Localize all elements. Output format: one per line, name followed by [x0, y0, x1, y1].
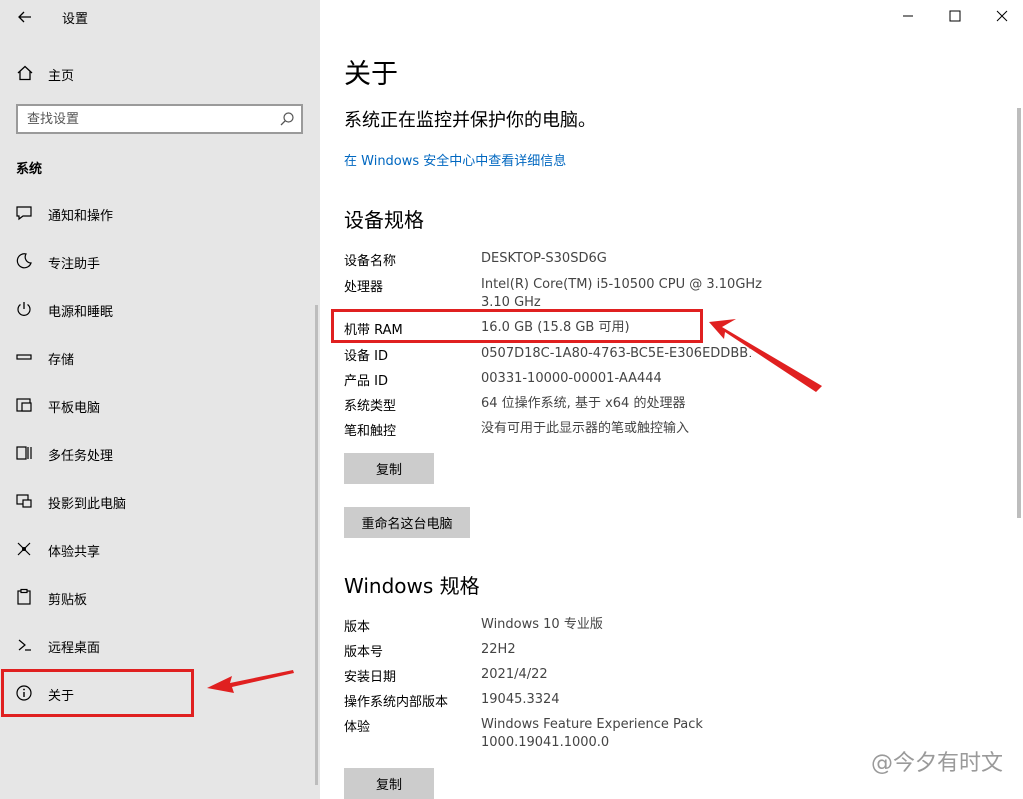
section-label: 系统	[16, 162, 43, 177]
sidebar-item-clipboard[interactable]: 剪贴板	[0, 577, 320, 617]
remote-desktop-icon	[15, 636, 33, 654]
spec-key: 安装日期	[344, 670, 397, 685]
sidebar-item-shared-experiences[interactable]: 体验共享	[0, 529, 320, 569]
spec-key: 处理器	[344, 280, 384, 295]
spec-row-product-id: 产品 ID 00331-10000-00001-AA444	[344, 370, 804, 390]
main-content: 关于 系统正在监控并保护你的电脑。 在 Windows 安全中心中查看详细信息 …	[320, 0, 1023, 799]
sidebar-item-multitasking[interactable]: 多任务处理	[0, 433, 320, 473]
share-icon	[15, 540, 33, 558]
spec-key: 产品 ID	[344, 374, 388, 389]
spec-key: 版本号	[344, 645, 384, 660]
spec-row-processor: 处理器 Intel(R) Core(TM) i5-10500 CPU @ 3.1…	[344, 276, 804, 310]
clipboard-icon	[15, 588, 33, 606]
back-arrow-icon[interactable]	[14, 6, 36, 28]
watermark-text: @今夕有时文	[870, 751, 1003, 776]
notification-icon	[15, 204, 33, 222]
spec-value: 19045.3324	[481, 692, 560, 707]
spec-row-system-type: 系统类型 64 位操作系统, 基于 x64 的处理器	[344, 395, 804, 415]
sidebar-item-label: 专注助手	[48, 257, 101, 272]
spec-key: 设备 ID	[344, 349, 388, 364]
sidebar-item-power-sleep[interactable]: 电源和睡眠	[0, 289, 320, 329]
spec-value: 没有可用于此显示器的笔或触控输入	[481, 421, 690, 436]
power-icon	[15, 300, 33, 318]
spec-key: 体验	[344, 720, 371, 735]
sidebar-item-remote-desktop[interactable]: 远程桌面	[0, 625, 320, 665]
main-scrollbar[interactable]	[1017, 108, 1021, 518]
spec-value: 2021/4/22	[481, 667, 548, 682]
spec-value: 22H2	[481, 642, 516, 657]
rename-pc-button[interactable]: 重命名这台电脑	[344, 507, 470, 538]
project-icon	[15, 492, 33, 510]
spec-row-version: 版本号 22H2	[344, 641, 804, 661]
sidebar-item-project[interactable]: 投影到此电脑	[0, 481, 320, 521]
search-box[interactable]	[16, 104, 303, 134]
sidebar-item-label: 多任务处理	[48, 449, 114, 464]
sidebar-item-tablet[interactable]: 平板电脑	[0, 385, 320, 425]
sidebar-item-label: 平板电脑	[48, 401, 101, 416]
home-icon	[16, 64, 34, 82]
close-icon[interactable]	[990, 4, 1014, 28]
spec-key: 系统类型	[344, 399, 397, 414]
ram-highlight-box	[331, 309, 703, 343]
security-center-link[interactable]: 在 Windows 安全中心中查看详细信息	[344, 150, 566, 169]
moon-icon	[15, 252, 33, 270]
spec-key: 设备名称	[344, 254, 397, 269]
spec-value: 64 位操作系统, 基于 x64 的处理器	[481, 396, 686, 411]
spec-key: 版本	[344, 620, 371, 635]
spec-key: 笔和触控	[344, 424, 397, 439]
sidebar-item-storage[interactable]: 存储	[0, 337, 320, 377]
spec-value: Intel(R) Core(TM) i5-10500 CPU @ 3.10GHz…	[481, 277, 762, 310]
sidebar-item-label: 存储	[48, 353, 75, 368]
page-title: 关于	[344, 59, 398, 90]
minimize-icon[interactable]	[896, 4, 920, 28]
sidebar-item-home[interactable]: 主页	[0, 58, 320, 88]
sidebar-item-label: 通知和操作	[48, 209, 114, 224]
about-highlight-box	[1, 669, 194, 717]
spec-value: DESKTOP-S30SD6G	[481, 251, 607, 266]
sidebar-item-label: 远程桌面	[48, 641, 101, 656]
app-title: 设置	[62, 12, 89, 27]
search-icon[interactable]	[279, 111, 295, 127]
spec-row-pen-touch: 笔和触控 没有可用于此显示器的笔或触控输入	[344, 420, 804, 440]
spec-value: Windows 10 专业版	[481, 617, 603, 632]
spec-row-device-name: 设备名称 DESKTOP-S30SD6G	[344, 250, 804, 270]
copy-device-spec-button[interactable]: 复制	[344, 453, 434, 484]
spec-value: 00331-10000-00001-AA444	[481, 371, 662, 386]
spec-value: Windows Feature Experience Pack 1000.190…	[481, 717, 703, 750]
search-input[interactable]	[18, 106, 268, 132]
spec-value: 0507D18C-1A80-4763-BC5E-E306EDDBB1EF	[481, 346, 751, 361]
watermark: @今夕有时文	[871, 745, 1003, 777]
protection-status: 系统正在监控并保护你的电脑。	[344, 110, 596, 131]
sidebar-item-focus-assist[interactable]: 专注助手	[0, 241, 320, 281]
sidebar-item-label: 剪贴板	[48, 593, 88, 608]
sidebar-item-label: 主页	[48, 69, 75, 84]
device-spec-title: 设备规格	[344, 208, 424, 232]
sidebar-item-label: 投影到此电脑	[48, 497, 127, 512]
sidebar-item-notifications[interactable]: 通知和操作	[0, 193, 320, 233]
spec-row-device-id: 设备 ID 0507D18C-1A80-4763-BC5E-E306EDDBB1…	[344, 345, 804, 365]
storage-icon	[15, 348, 33, 366]
spec-row-edition: 版本 Windows 10 专业版	[344, 616, 804, 636]
sidebar-item-label: 体验共享	[48, 545, 101, 560]
maximize-icon[interactable]	[943, 4, 967, 28]
windows-spec-title: Windows 规格	[344, 574, 480, 598]
copy-windows-spec-button[interactable]: 复制	[344, 768, 434, 799]
sidebar-item-label: 电源和睡眠	[48, 305, 114, 320]
spec-row-install-date: 安装日期 2021/4/22	[344, 666, 804, 686]
spec-row-experience: 体验 Windows Feature Experience Pack 1000.…	[344, 716, 804, 750]
spec-row-os-build: 操作系统内部版本 19045.3324	[344, 691, 804, 711]
sidebar-scrollbar[interactable]	[315, 305, 318, 785]
multitask-icon	[15, 444, 33, 462]
tablet-icon	[15, 396, 33, 414]
spec-key: 操作系统内部版本	[344, 695, 449, 710]
